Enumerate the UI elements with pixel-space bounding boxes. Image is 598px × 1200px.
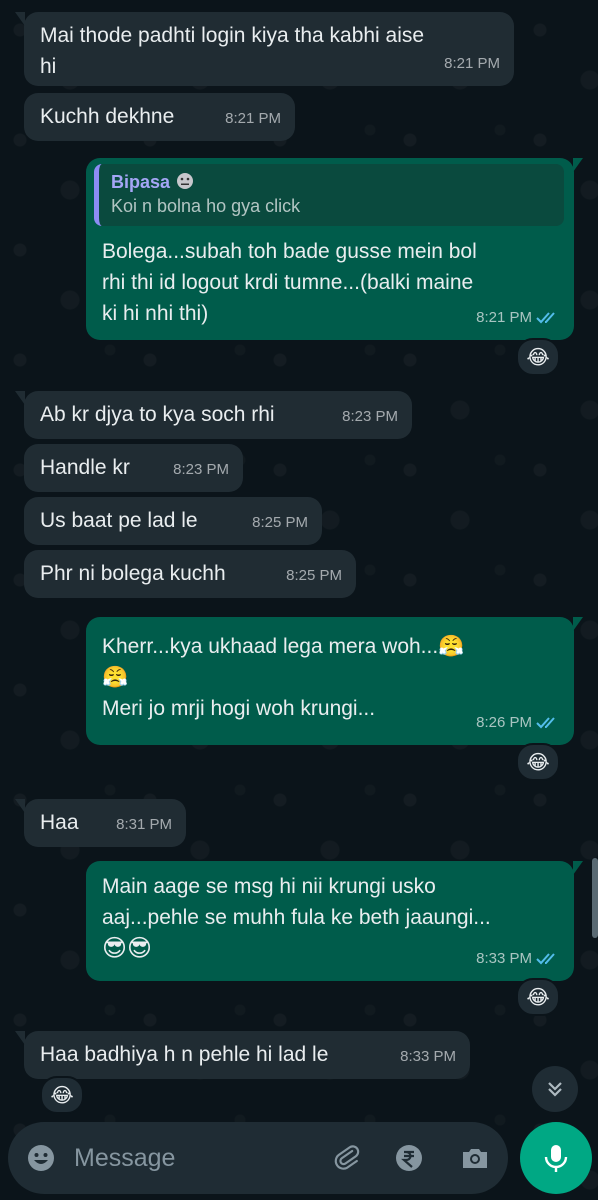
outgoing-message[interactable]: Bipasa Koi n bolna ho gya click Bolega..… <box>86 158 583 340</box>
read-ticks-icon <box>536 716 555 728</box>
message-time: 8:21 PM <box>444 55 500 72</box>
read-ticks-icon <box>536 952 555 964</box>
rupee-icon[interactable] <box>394 1143 424 1173</box>
camera-icon[interactable] <box>460 1143 490 1173</box>
emoji-face-icon: 😤 <box>438 635 465 658</box>
message-text: Main aage se msg hi nii krungi usko aaj.… <box>102 875 491 929</box>
message-time: 8:21 PM <box>225 110 281 127</box>
message-time: 8:23 PM <box>173 461 229 478</box>
incoming-message[interactable]: Ab kr djya to kya soch rhi 8:23 PM <box>15 391 412 439</box>
message-time: 8:23 PM <box>342 408 398 425</box>
voice-record-button[interactable] <box>520 1122 592 1194</box>
incoming-message[interactable]: Handle kr 8:23 PM <box>24 444 243 492</box>
message-input[interactable]: Message <box>74 1144 175 1173</box>
paperclip-icon[interactable] <box>332 1143 362 1173</box>
read-ticks-icon <box>536 311 555 323</box>
incoming-message[interactable]: Haa 8:31 PM <box>15 799 186 847</box>
message-text: 😤 <box>102 662 558 693</box>
scrollbar-thumb[interactable] <box>592 858 598 938</box>
incoming-message[interactable]: Kuchh dekhne 8:21 PM <box>24 93 295 141</box>
reaction-badge[interactable]: 😂 <box>516 978 560 1016</box>
outgoing-message[interactable]: Main aage se msg hi nii krungi usko aaj.… <box>86 861 583 981</box>
face-emoji-icon <box>177 173 194 189</box>
reaction-badge[interactable]: 😂 <box>40 1076 84 1114</box>
mic-icon <box>544 1145 568 1172</box>
quote-author: Bipasa <box>111 170 552 194</box>
message-text: Kherr...kya ukhaad lega mera woh...😤 <box>102 635 465 658</box>
message-time: 8:33 PM <box>476 943 560 974</box>
reaction-badge[interactable]: 😂 <box>516 338 560 376</box>
quote-text: Koi n bolna ho gya click <box>111 196 301 216</box>
message-time: 8:31 PM <box>116 816 172 833</box>
message-composer: Message <box>8 1122 508 1194</box>
message-time: 8:26 PM <box>476 707 560 738</box>
message-time: 8:21 PM <box>476 302 560 333</box>
message-text: Mai thode padhti login kiya tha kabhi ai… <box>40 24 425 78</box>
incoming-message[interactable]: Phr ni bolega kuchh 8:25 PM <box>24 550 356 598</box>
reaction-badge[interactable]: 😂 <box>516 743 560 781</box>
outgoing-message[interactable]: Kherr...kya ukhaad lega mera woh...😤 😤 M… <box>86 617 583 745</box>
scroll-to-bottom-button[interactable] <box>532 1066 578 1112</box>
incoming-message[interactable]: Mai thode padhti login kiya tha kabhi ai… <box>15 12 514 86</box>
incoming-message[interactable]: Haa badhiya h n pehle hi lad le 8:33 PM <box>15 1031 470 1079</box>
message-text: Haa badhiya h n pehle hi lad le <box>40 1043 329 1066</box>
chevron-down-icon <box>548 1082 562 1097</box>
emoji-face-icon: 😤 <box>102 666 129 689</box>
message-time: 8:33 PM <box>400 1048 456 1065</box>
message-time: 8:25 PM <box>286 567 342 584</box>
emoji-icon[interactable] <box>26 1143 56 1173</box>
message-time: 8:25 PM <box>252 514 308 531</box>
incoming-message[interactable]: Us baat pe lad le 8:25 PM <box>24 497 322 545</box>
quoted-message[interactable]: Bipasa Koi n bolna ho gya click <box>94 164 564 226</box>
